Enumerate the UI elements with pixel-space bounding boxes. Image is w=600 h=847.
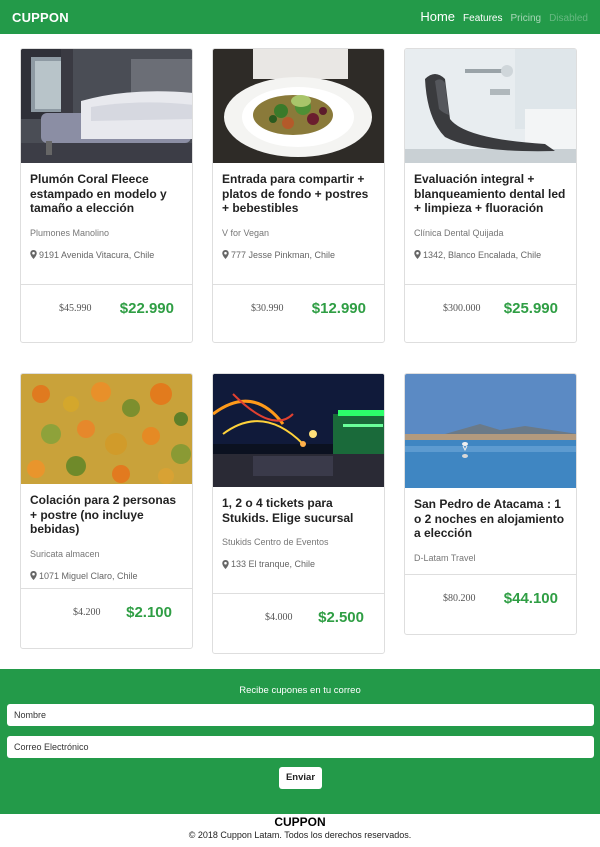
- email-input[interactable]: [7, 736, 594, 758]
- map-pin-icon: [30, 250, 37, 259]
- newsletter-section: Recibe cupones en tu correo Enviar: [0, 669, 600, 814]
- newsletter-title: Recibe cupones en tu correo: [239, 685, 361, 696]
- deal-merchant: Clínica Dental Quijada: [414, 227, 504, 238]
- deal-merchant: Plumones Manolino: [30, 227, 110, 238]
- new-price: $12.990: [311, 300, 366, 317]
- old-price: $45.990: [59, 303, 92, 314]
- deal-card[interactable]: San Pedro de Atacama : 1 o 2 noches en a…: [404, 373, 577, 635]
- deal-image-bedroom[interactable]: [21, 49, 192, 163]
- deal-title[interactable]: Plumón Coral Fleece estampado en modelo …: [30, 172, 183, 216]
- deal-title[interactable]: San Pedro de Atacama : 1 o 2 noches en a…: [414, 497, 567, 541]
- navbar: CUPPON Home Features Pricing Disabled: [0, 0, 600, 34]
- price-area: $300.000 $25.990: [405, 284, 576, 342]
- new-price: $22.990: [119, 300, 174, 317]
- map-pin-icon: [222, 250, 229, 259]
- deal-location: 133 El tranque, Chile: [222, 559, 375, 569]
- deal-location: 1342, Blanco Encalada, Chile: [414, 250, 567, 260]
- nav-home[interactable]: Home: [420, 9, 455, 24]
- old-price: $4.200: [73, 607, 101, 618]
- deal-image-salt-lake-flamingo[interactable]: [405, 374, 576, 488]
- deal-location: 777 Jesse Pinkman, Chile: [222, 250, 375, 260]
- deal-title[interactable]: Entrada para compartir + platos de fondo…: [222, 172, 375, 216]
- name-input[interactable]: [7, 704, 594, 726]
- nav-pricing[interactable]: Pricing: [511, 13, 542, 24]
- old-price: $4.000: [265, 612, 293, 623]
- deal-merchant: Stukids Centro de Eventos: [222, 537, 329, 547]
- old-price: $300.000: [443, 303, 481, 314]
- deal-location-text: 1342, Blanco Encalada, Chile: [423, 249, 542, 260]
- deal-merchant: D-Latam Travel: [414, 552, 476, 563]
- deal-title[interactable]: 1, 2 o 4 tickets para Stukids. Elige suc…: [222, 496, 375, 525]
- deal-location-text: 133 El tranque, Chile: [231, 559, 316, 569]
- deal-card[interactable]: Entrada para compartir + platos de fondo…: [212, 48, 385, 343]
- deal-location-text: 9191 Avenida Vitacura, Chile: [39, 249, 155, 260]
- deal-image-dental-chair[interactable]: [405, 49, 576, 163]
- deal-location: 9191 Avenida Vitacura, Chile: [30, 250, 183, 260]
- deal-location: 1071 Miguel Claro, Chile: [30, 571, 183, 581]
- new-price: $44.100: [503, 590, 558, 607]
- new-price: $2.100: [126, 604, 172, 621]
- price-area: $80.200 $44.100: [405, 574, 576, 634]
- deal-location-text: 1071 Miguel Claro, Chile: [39, 570, 138, 581]
- deal-card[interactable]: Plumón Coral Fleece estampado en modelo …: [20, 48, 193, 343]
- new-price: $2.500: [318, 609, 364, 626]
- brand-logo[interactable]: CUPPON: [12, 10, 69, 25]
- nav-features[interactable]: Features: [463, 13, 502, 24]
- deal-title[interactable]: Evaluación integral + blanqueamiento den…: [414, 172, 567, 216]
- deal-card[interactable]: Colación para 2 personas + postre (no in…: [20, 373, 193, 649]
- deal-card[interactable]: Evaluación integral + blanqueamiento den…: [404, 48, 577, 343]
- deal-image-salad-plate[interactable]: [213, 49, 384, 163]
- deal-merchant: Suricata almacen: [30, 548, 100, 559]
- price-area: $4.200 $2.100: [21, 588, 192, 648]
- map-pin-icon: [222, 559, 229, 569]
- nav-disabled: Disabled: [549, 13, 588, 24]
- old-price: $80.200: [443, 593, 476, 604]
- footer-brand: CUPPON: [274, 815, 326, 829]
- footer-copyright: © 2018 Cuppon Latam. Todos los derechos …: [188, 830, 412, 840]
- nav-links: Home Features Pricing Disabled: [420, 9, 588, 24]
- deal-location-text: 777 Jesse Pinkman, Chile: [231, 249, 336, 260]
- new-price: $25.990: [503, 300, 558, 317]
- deal-image-amusement-park[interactable]: [213, 374, 384, 487]
- price-area: $45.990 $22.990: [21, 284, 192, 342]
- deal-merchant: V for Vegan: [222, 227, 270, 238]
- deal-card[interactable]: 1, 2 o 4 tickets para Stukids. Elige suc…: [212, 373, 385, 654]
- deal-title[interactable]: Colación para 2 personas + postre (no in…: [30, 493, 183, 537]
- price-area: $30.990 $12.990: [213, 284, 384, 342]
- old-price: $30.990: [251, 303, 284, 314]
- map-pin-icon: [30, 571, 37, 580]
- submit-button[interactable]: Enviar: [279, 767, 322, 789]
- map-pin-icon: [414, 250, 421, 259]
- deal-image-food-dish[interactable]: [21, 374, 192, 484]
- price-area: $4.000 $2.500: [213, 593, 384, 653]
